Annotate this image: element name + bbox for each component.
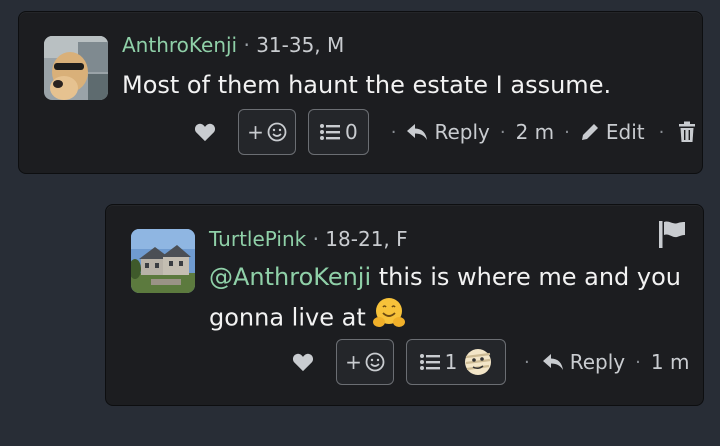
report-flag-icon[interactable] — [657, 219, 687, 253]
smiley-icon — [267, 122, 287, 142]
comment-meta: TurtlePink · 18-21, F — [209, 227, 408, 251]
username-link[interactable]: TurtlePink — [209, 227, 306, 251]
like-heart-icon[interactable] — [290, 350, 316, 374]
comment-text: @AnthroKenji this is where me and you go… — [209, 258, 689, 341]
dot-separator: · — [390, 121, 397, 143]
comment-card: AnthroKenji · 31-35, M Most of them haun… — [18, 11, 703, 174]
reply-comment-card: TurtlePink · 18-21, F @AnthroKenji this … — [105, 204, 704, 406]
demographic-label: 31-35, M — [256, 33, 345, 57]
dot-separator: · — [635, 351, 641, 373]
reply-count: 0 — [345, 120, 358, 144]
avatar[interactable] — [44, 36, 108, 100]
add-reaction-button[interactable]: + — [336, 339, 394, 385]
reply-button[interactable]: Reply — [406, 120, 490, 144]
trash-icon[interactable] — [678, 121, 696, 143]
reply-arrow-icon — [542, 354, 563, 370]
reply-arrow-icon — [407, 124, 428, 140]
avatar[interactable] — [131, 229, 195, 293]
comment-actions: + 0 · Reply · 2 m · Edit · — [192, 109, 696, 155]
comment-text: Most of them haunt the estate I assume. — [122, 71, 612, 99]
username-link[interactable]: AnthroKenji — [122, 33, 237, 57]
edit-label: Edit — [605, 120, 645, 144]
reply-label: Reply — [569, 350, 626, 374]
list-icon — [419, 354, 440, 370]
dog-avatar-icon — [44, 36, 108, 100]
dot-separator: · — [499, 121, 506, 143]
add-reaction-button[interactable]: + — [238, 109, 296, 155]
meta-separator: · — [312, 227, 319, 251]
list-icon — [320, 124, 340, 140]
smiley-icon — [365, 352, 385, 372]
demographic-label: 18-21, F — [325, 227, 408, 251]
dot-separator: · — [658, 121, 665, 143]
edit-button[interactable]: Edit — [580, 120, 645, 144]
dot-separator: · — [564, 121, 570, 143]
like-heart-icon[interactable] — [192, 120, 218, 144]
mansion-avatar-icon — [131, 229, 195, 293]
reply-button[interactable]: Reply — [542, 350, 625, 374]
replies-count-button[interactable]: 0 — [308, 109, 369, 155]
mummy-face-emoji-icon — [465, 349, 492, 375]
pencil-icon — [581, 124, 598, 140]
hugging-face-emoji-icon — [372, 296, 406, 341]
comment-actions: + 1 · Reply · 1 m — [290, 339, 689, 385]
reply-label: Reply — [434, 120, 490, 144]
timestamp: 2 m — [515, 120, 555, 144]
dot-separator: · — [524, 351, 530, 373]
meta-separator: · — [243, 33, 250, 57]
plus-label: + — [345, 350, 362, 374]
user-mention-link[interactable]: @AnthroKenji — [209, 263, 371, 291]
plus-label: + — [247, 120, 264, 144]
replies-count-button[interactable]: 1 — [406, 339, 506, 385]
timestamp: 1 m — [650, 350, 690, 374]
reply-count: 1 — [444, 350, 458, 374]
comment-meta: AnthroKenji · 31-35, M — [122, 33, 344, 57]
